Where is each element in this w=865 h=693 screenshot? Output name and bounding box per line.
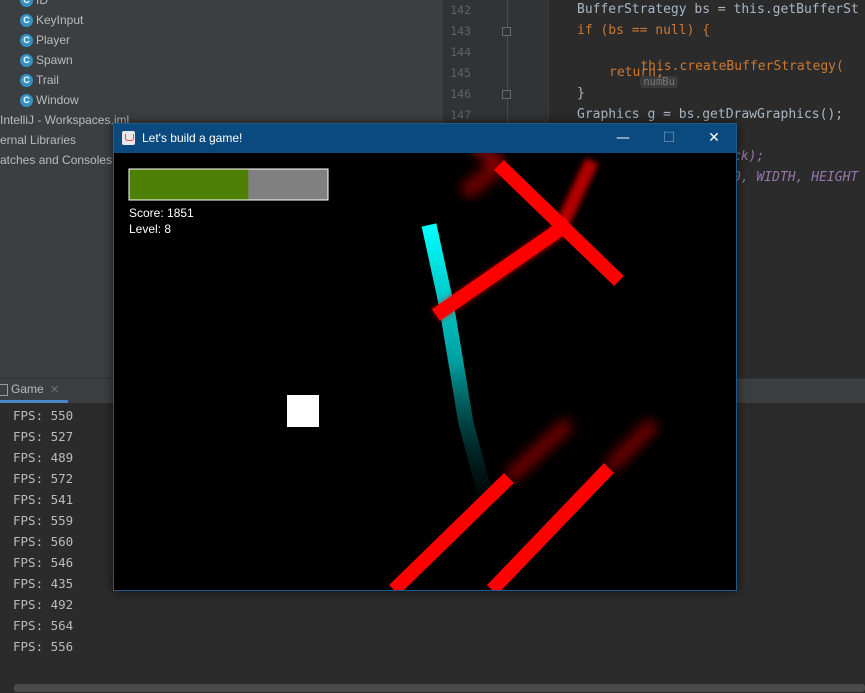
score-label: Score: 1851: [129, 206, 194, 220]
code-line-148: ck);: [733, 149, 765, 164]
console-icon: [0, 383, 8, 396]
tree-item-window[interactable]: C Window: [20, 90, 79, 110]
console-line: FPS: 564: [13, 618, 74, 633]
tree-item-label: KeyInput: [36, 13, 84, 27]
console-line: FPS: 560: [13, 534, 74, 549]
class-icon: C: [20, 0, 33, 8]
game-canvas[interactable]: Score: 1851 Level: 8: [114, 153, 736, 590]
code-line-142: BufferStrategy bs = this.getBufferSt: [577, 2, 859, 17]
maximize-button[interactable]: ☐: [646, 124, 692, 153]
class-icon: C: [20, 54, 33, 68]
tab-label: Game: [11, 382, 44, 396]
tree-item-scratches[interactable]: atches and Consoles: [0, 150, 112, 170]
console-line: FPS: 489: [13, 450, 74, 465]
tree-item-player[interactable]: C Player: [20, 30, 70, 50]
console-line: FPS: 541: [13, 492, 74, 507]
line-number: 147: [450, 108, 471, 122]
code-line-147: Graphics g = bs.getDrawGraphics();: [577, 107, 844, 122]
enemy-trail-blur: [474, 153, 504, 171]
player-square: [287, 395, 319, 427]
console-line: FPS: 550: [13, 408, 74, 423]
enemy-trail-blur: [604, 418, 659, 473]
line-number: 142: [450, 3, 471, 17]
tab-game[interactable]: Game ✕: [0, 379, 68, 403]
class-icon: C: [20, 94, 33, 108]
code-line-149: 0, WIDTH, HEIGHT: [733, 170, 859, 185]
class-icon: C: [20, 74, 33, 88]
code-line-143: if (bs == null) {: [577, 23, 711, 38]
tree-item-external-libraries[interactable]: ernal Libraries: [0, 130, 76, 150]
fold-marker-icon[interactable]: [502, 27, 511, 36]
tree-item-spawn[interactable]: C Spawn: [20, 50, 73, 70]
class-icon: C: [20, 34, 33, 48]
console-line: FPS: 492: [13, 597, 74, 612]
tree-item-iml-file[interactable]: IntelliJ - Workspaces.iml: [0, 110, 129, 130]
tree-item-trail[interactable]: C Trail: [20, 70, 59, 90]
window-title: Let's build a game!: [142, 131, 243, 145]
level-label: Level: 8: [129, 222, 172, 236]
class-icon: C: [20, 14, 33, 28]
console-line: FPS: 556: [13, 639, 74, 654]
java-app-icon: [122, 131, 135, 145]
line-number: 143: [450, 24, 471, 38]
enemy-trail-blur: [504, 417, 574, 484]
line-number: 146: [450, 87, 471, 101]
line-number: 144: [450, 45, 471, 59]
tree-item-keyinput[interactable]: C KeyInput: [20, 10, 83, 30]
close-tab-icon[interactable]: ✕: [50, 384, 59, 396]
code-line-146: }: [577, 86, 585, 101]
window-titlebar[interactable]: Let's build a game! — ☐ ✕: [114, 124, 736, 153]
close-button[interactable]: ✕: [691, 124, 737, 153]
health-bar-fill: [129, 169, 249, 200]
console-line: FPS: 435: [13, 576, 74, 591]
minimize-button[interactable]: —: [600, 124, 646, 153]
game-scene: [128, 153, 659, 590]
horizontal-scrollbar[interactable]: [14, 684, 865, 692]
game-window[interactable]: Let's build a game! — ☐ ✕ Score: 1851 Le…: [113, 123, 737, 591]
console-line: FPS: 572: [13, 471, 74, 486]
enemy-streak: [432, 217, 573, 321]
tree-item-label: Trail: [36, 73, 59, 87]
line-number: 145: [450, 66, 471, 80]
tree-item-label: Player: [36, 33, 71, 47]
player-trail: [421, 223, 494, 500]
tree-item-label: Spawn: [36, 53, 73, 67]
hud-text: Score: 1851 Level: 8: [129, 205, 194, 237]
enemy-streak: [389, 472, 514, 590]
code-text: this.createBufferStrategy(: [640, 59, 844, 74]
tree-item-label: ID: [36, 0, 48, 7]
console-line: FPS: 559: [13, 513, 74, 528]
fold-marker-icon[interactable]: [502, 90, 511, 99]
console-line: FPS: 527: [13, 429, 74, 444]
code-line-145: return;: [609, 65, 664, 80]
tree-item-id[interactable]: C ID: [20, 0, 48, 10]
console-line: FPS: 546: [13, 555, 74, 570]
tree-item-label: Window: [36, 93, 79, 107]
